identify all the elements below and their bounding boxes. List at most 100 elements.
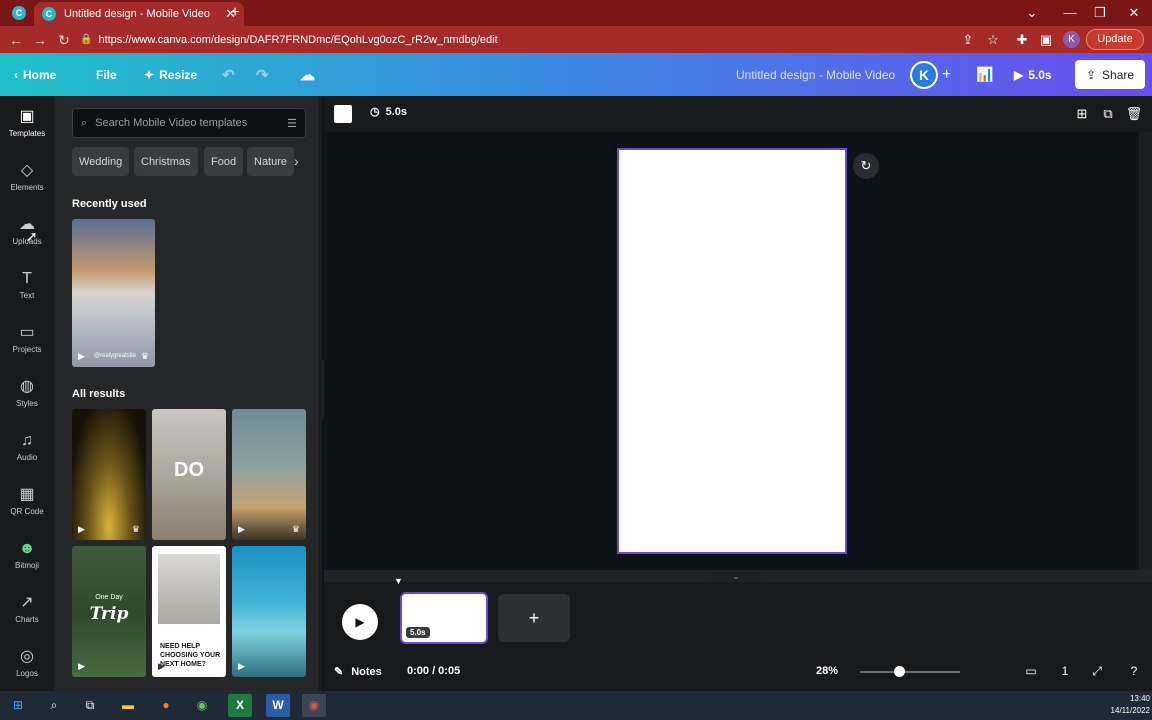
search-placeholder: Search Mobile Video templates [95,117,248,129]
profile-avatar[interactable]: K [1063,31,1080,48]
extensions-icon[interactable]: ✚ [1012,30,1032,50]
chip-christmas[interactable]: Christmas [134,147,198,176]
add-page-icon[interactable]: ⊞ [1072,104,1092,124]
fullscreen-icon[interactable]: ⤢ [1087,661,1107,681]
file-explorer-icon[interactable]: ▬ [116,694,140,717]
zoom-level[interactable]: 28% [816,652,838,691]
close-window-icon[interactable]: ✕ [1120,3,1148,23]
vertical-scrollbar[interactable] [1139,132,1152,570]
zoom-slider-handle[interactable] [894,666,905,677]
result-template-sunset[interactable]: ▶ ♛ [232,409,306,540]
minimize-icon[interactable]: — [1056,3,1084,23]
left-nav: ▣ Templates ◇ Elements ☁ Uploads T Text ▭ Pro… [0,96,54,691]
notes-icon: ✎ [334,666,344,678]
chrome-active-icon[interactable]: ◉ [302,694,326,717]
timeline-collapse-handle[interactable]: ⌄ [710,572,762,582]
new-tab-icon[interactable]: + [226,4,244,22]
home-button[interactable]: ‹ Home [14,53,56,96]
firefox-icon[interactable]: ● [154,694,178,717]
chip-nature[interactable]: Nature [247,147,295,176]
result-template-do[interactable]: DO [152,409,226,540]
page-number-button[interactable]: 1 [1055,661,1075,681]
result-template-home[interactable]: NEED HELP CHOOSING YOUR NEXT HOME? ▶ [152,546,226,677]
word-icon[interactable]: W [266,694,290,717]
nav-bitmoji[interactable]: ☻ Bitmoji [0,528,54,582]
comment-refresh-icon[interactable]: ↻ [853,153,879,179]
update-button[interactable]: Update [1086,29,1144,50]
nav-charts[interactable]: ↗ Charts [0,582,54,636]
editor-area: ◷ 5.0s ⊞ ⧉ 🗑 ↻ ⌄ ▼ ▶ 5.0s + ✎ Notes 0:00… [324,96,1152,691]
search-icon: ⌕ [81,116,88,129]
notes-button[interactable]: ✎ Notes [334,652,382,691]
clock-time: 13:40 [1129,694,1150,703]
reload-icon[interactable]: ↻ [54,30,74,50]
taskbar-search-icon[interactable]: ⌕ [42,694,66,717]
excel-icon[interactable]: X [228,694,252,717]
resize-button[interactable]: ✦ Resize [144,53,197,96]
redo-icon[interactable]: ↷ [256,53,269,96]
background-color-swatch[interactable] [334,105,352,123]
share-label: Share [1102,67,1135,82]
design-canvas-page[interactable] [617,148,847,554]
delete-page-icon[interactable]: 🗑 [1124,104,1144,124]
chrome-taskbar-icon[interactable]: ◉ [190,694,214,717]
result-template-trip[interactable]: One Day Trip ▶ [72,546,146,677]
nav-elements[interactable]: ◇ Elements [0,150,54,204]
add-page-button[interactable]: + [498,594,570,642]
file-menu[interactable]: File [96,53,117,96]
add-collaborator-icon[interactable]: + [942,53,951,96]
share-page-icon[interactable]: ⇪ [958,30,978,50]
back-icon[interactable]: ← [6,30,26,50]
bookmark-star-icon[interactable]: ☆ [983,30,1003,50]
share-button[interactable]: ⇪ Share [1075,60,1145,89]
nav-logos[interactable]: ◎ Logos [0,636,54,690]
mouse-cursor-icon: ➚ [26,228,38,244]
duration-text: 5.0s [385,105,408,118]
chevron-left-icon: ‹ [14,67,18,82]
url-field[interactable]: 🔒 https://www.canva.com/design/DAFR7FRND… [80,29,950,50]
zoom-slider-track[interactable] [860,671,960,673]
elements-icon: ◇ [20,161,34,179]
bitmoji-icon: ☻ [18,539,36,557]
chevron-right-icon[interactable]: › [294,147,308,176]
user-avatar[interactable]: K [910,61,938,89]
nav-styles[interactable]: ◍ Styles [0,366,54,420]
timeline-play-button[interactable]: ▶ [342,604,378,640]
nav-text[interactable]: T Text [0,258,54,312]
nav-projects[interactable]: ▭ Projects [0,312,54,366]
recent-caption: @realygreatsite [94,353,137,359]
timeline-clip[interactable]: 5.0s [400,592,488,644]
task-view-icon[interactable]: ⧉ [78,694,102,717]
browser-tab[interactable]: C Untitled design - Mobile Video ✕ [34,2,244,26]
doc-title[interactable]: Untitled design - Mobile Video [736,53,895,96]
result-template-gold[interactable]: ▶ ♛ [72,409,146,540]
windows-start-icon[interactable]: ⊞ [6,694,30,717]
tab-search-icon[interactable]: ⌄ [1018,3,1046,23]
result-home-text: NEED HELP CHOOSING YOUR NEXT HOME? [160,643,221,668]
cloud-saved-icon[interactable]: ☁ [300,53,315,96]
maximize-icon[interactable]: ❐ [1086,3,1114,23]
chip-wedding[interactable]: Wedding [72,147,130,176]
nav-label: Text [19,290,35,300]
help-icon[interactable]: ? [1124,661,1144,681]
nav-qr-code[interactable]: ▦ QR Code [0,474,54,528]
result-template-beach[interactable]: ▶ [232,546,306,677]
filter-icon[interactable]: ☰ [287,117,297,130]
nav-audio[interactable]: ♫ Audio [0,420,54,474]
duration-control[interactable]: ◷ 5.0s [370,105,408,119]
template-search-input[interactable]: ⌕ Search Mobile Video templates ☰ [72,108,306,138]
grid-view-icon[interactable]: ▭ [1021,661,1041,681]
duplicate-page-icon[interactable]: ⧉ [1098,104,1118,124]
recent-template-clouds[interactable]: @realygreatsite ▶ ♛ [72,219,155,367]
insights-chart-icon[interactable]: 📊 [976,53,993,96]
result-big-text: DO [174,459,204,481]
playhead-marker-icon[interactable]: ▼ [394,576,404,586]
nav-templates[interactable]: ▣ Templates [0,96,54,150]
chrome-menu-icon[interactable]: C [12,6,26,20]
undo-icon[interactable]: ↶ [222,53,235,96]
sidepanel-icon[interactable]: ▣ [1036,30,1056,50]
forward-icon[interactable]: → [30,30,50,50]
system-clock[interactable]: 13:40 14/11/2022 [1092,693,1150,719]
chip-food[interactable]: Food [204,147,244,176]
present-play-button[interactable]: ▶ 5.0s [1014,53,1052,96]
